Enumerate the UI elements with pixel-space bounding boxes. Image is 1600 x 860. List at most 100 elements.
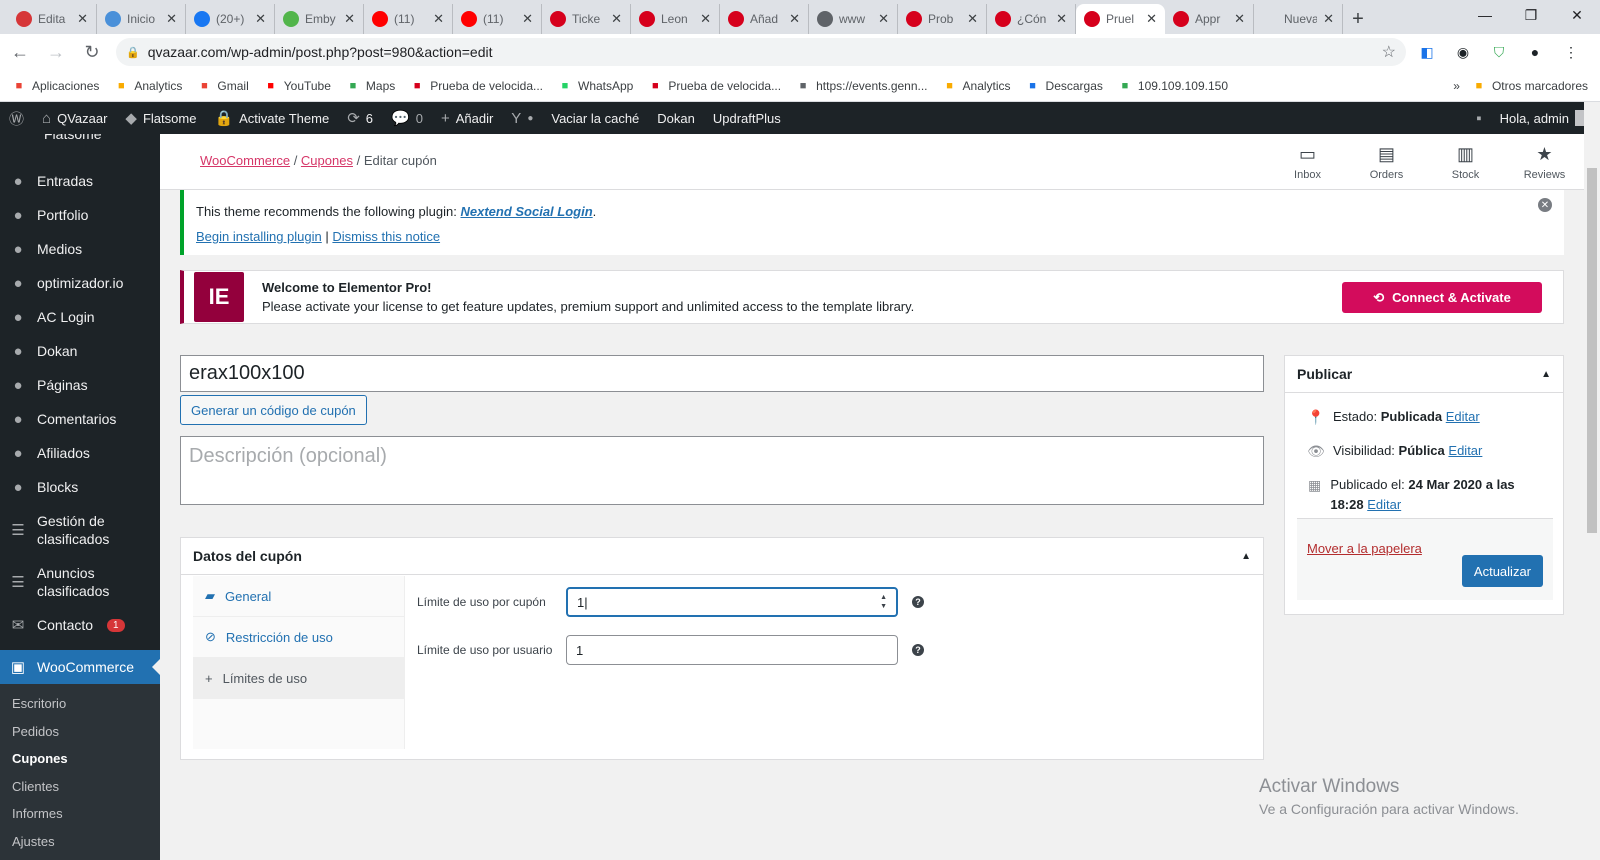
coupon-data-header[interactable]: Datos del cupón ▲	[181, 538, 1263, 575]
browser-tab[interactable]: (11) ✕	[453, 4, 542, 34]
tab-usage-restriction[interactable]: ⊘ Restricción de uso	[193, 617, 404, 658]
more-bookmarks-icon[interactable]: »	[1453, 79, 1460, 93]
close-tab-icon[interactable]: ✕	[1234, 11, 1245, 27]
bookmark-star-icon[interactable]: ☆	[1382, 42, 1396, 62]
adminbar-updraftplus[interactable]: UpdraftPlus	[704, 102, 790, 134]
browser-tab[interactable]: Nueva pe✕	[1254, 4, 1343, 34]
browser-tab[interactable]: Añad ✕	[720, 4, 809, 34]
submenu-item-informes[interactable]: Informes	[0, 800, 160, 828]
extension-translate-icon[interactable]: ◧	[1412, 37, 1442, 67]
bookmark-item[interactable]: ■ https://events.genn...	[796, 79, 928, 93]
browser-menu-icon[interactable]: ⋮	[1556, 37, 1586, 67]
sidebar-item-anuncios[interactable]: ☰ Anuncios clasificados	[0, 556, 160, 608]
sidebar-item-entradas[interactable]: ● Entradas	[0, 164, 160, 198]
adminbar-clear-cache[interactable]: Vaciar la caché	[542, 102, 648, 134]
sidebar-item-optimizador-io[interactable]: ● optimizador.io	[0, 266, 160, 300]
usage-limit-per-coupon-input[interactable]: 1 | ▲ ▼	[566, 587, 898, 617]
adminbar-comments[interactable]: 💬 0	[382, 102, 432, 134]
coupon-code-input[interactable]: erax100x100	[180, 355, 1264, 392]
adminbar-flatsome[interactable]: ◆ Flatsome	[116, 102, 205, 134]
sidebar-item-gestion[interactable]: ☰ Gestión de clasificados	[0, 504, 160, 556]
extension-shield-icon[interactable]: ⛉	[1484, 37, 1514, 67]
collapse-arrow-icon[interactable]: ▲	[1241, 551, 1251, 562]
bookmark-item[interactable]: ■ Descargas	[1026, 79, 1103, 93]
bookmark-item[interactable]: ■ Prueba de velocida...	[648, 79, 781, 93]
sidebar-item-p-ginas[interactable]: ● Páginas	[0, 368, 160, 402]
close-tab-icon[interactable]: ✕	[255, 11, 266, 27]
chevron-down-icon[interactable]: ▼	[880, 602, 887, 611]
close-tab-icon[interactable]: ✕	[878, 11, 889, 27]
begin-installing-link[interactable]: Begin installing plugin	[196, 229, 322, 244]
bookmark-item[interactable]: ■ YouTube	[264, 79, 330, 93]
close-icon[interactable]: ✕	[1538, 198, 1552, 212]
edit-date-link[interactable]: Editar	[1367, 497, 1401, 512]
adminbar-add-new[interactable]: + Añadir	[432, 102, 502, 134]
sidebar-item-woocommerce[interactable]: ▣ WooCommerce	[0, 650, 160, 684]
collapse-arrow-icon[interactable]: ▲	[1541, 369, 1551, 380]
close-tab-icon[interactable]: ✕	[700, 11, 711, 27]
submenu-item-ajustes[interactable]: Ajustes	[0, 828, 160, 856]
restore-icon[interactable]: ❐	[1508, 0, 1554, 30]
close-tab-icon[interactable]: ✕	[611, 11, 622, 27]
number-stepper[interactable]: ▲ ▼	[880, 593, 887, 611]
wc-activity-reviews[interactable]: ★ Reviews	[1505, 134, 1584, 190]
close-tab-icon[interactable]: ✕	[1056, 11, 1067, 27]
page-scrollbar[interactable]	[1584, 102, 1600, 860]
extension-icon[interactable]: ◉	[1448, 37, 1478, 67]
bookmark-item[interactable]: ■ Aplicaciones	[12, 79, 100, 93]
submenu-item-cupones[interactable]: Cupones	[0, 745, 160, 773]
submenu-item-pedidos[interactable]: Pedidos	[0, 718, 160, 746]
close-tab-icon[interactable]: ✕	[166, 11, 177, 27]
adminbar-site[interactable]: ⌂ QVazaar	[33, 102, 116, 134]
adminbar-updates[interactable]: ⟳ 6	[338, 102, 382, 134]
usage-limit-per-user-input[interactable]: 1	[566, 635, 898, 665]
sidebar-item-ac-login[interactable]: ● AC Login	[0, 300, 160, 334]
browser-tab[interactable]: Pruel ✕	[1076, 4, 1165, 34]
bookmark-item[interactable]: ■ 109.109.109.150	[1118, 79, 1228, 93]
close-tab-icon[interactable]: ✕	[967, 11, 978, 27]
help-icon[interactable]: ?	[912, 596, 924, 608]
wc-activity-stock[interactable]: ▥ Stock	[1426, 134, 1505, 190]
adminbar-yoast[interactable]: Y ●	[502, 102, 542, 134]
adminbar-dokan[interactable]: Dokan	[648, 102, 704, 134]
browser-tab[interactable]: www ✕	[809, 4, 898, 34]
wc-activity-inbox[interactable]: ▭ Inbox	[1268, 134, 1347, 190]
close-tab-icon[interactable]: ✕	[1323, 11, 1334, 27]
chevron-up-icon[interactable]: ▲	[880, 593, 887, 602]
bookmark-item[interactable]: ■ WhatsApp	[558, 79, 634, 93]
tab-usage-limits[interactable]: + Límites de uso	[193, 658, 404, 699]
browser-tab[interactable]: Ticke ✕	[542, 4, 631, 34]
sidebar-item-portfolio[interactable]: ● Portfolio	[0, 198, 160, 232]
browser-tab[interactable]: Inicio ✕	[97, 4, 186, 34]
close-tab-icon[interactable]: ✕	[789, 11, 800, 27]
submenu-item-escritorio[interactable]: Escritorio	[0, 690, 160, 718]
wordpress-logo[interactable]: Ⓦ	[0, 102, 33, 134]
address-bar[interactable]: 🔒 qvazaar.com/wp-admin/post.php?post=980…	[116, 38, 1406, 66]
bookmark-item[interactable]: ■ Analytics	[114, 79, 182, 93]
publish-header[interactable]: Publicar ▲	[1285, 356, 1563, 393]
sidebar-item-afiliados[interactable]: ● Afiliados	[0, 436, 160, 470]
browser-tab[interactable]: Leon ✕	[631, 4, 720, 34]
sidebar-item-contacto[interactable]: ✉ Contacto 1	[0, 608, 160, 642]
generate-coupon-button[interactable]: Generar un código de cupón	[180, 395, 367, 425]
close-tab-icon[interactable]: ✕	[77, 11, 88, 27]
close-window-icon[interactable]: ✕	[1554, 0, 1600, 30]
sidebar-item-flatsome-partial[interactable]: Flatsome	[0, 134, 160, 142]
browser-tab[interactable]: (20+) ✕	[186, 4, 275, 34]
breadcrumb-woocommerce[interactable]: WooCommerce	[200, 153, 290, 168]
browser-tab[interactable]: Prob ✕	[898, 4, 987, 34]
update-button[interactable]: Actualizar	[1461, 555, 1543, 587]
edit-visibility-link[interactable]: Editar	[1448, 443, 1482, 458]
dismiss-notice-link[interactable]: Dismiss this notice	[332, 229, 440, 244]
profile-avatar[interactable]: ●	[1520, 37, 1550, 67]
submenu-item-clientes[interactable]: Clientes	[0, 773, 160, 801]
other-bookmarks[interactable]: ■ Otros marcadores	[1472, 79, 1588, 93]
breadcrumb-cupones[interactable]: Cupones	[301, 153, 353, 168]
close-tab-icon[interactable]: ✕	[344, 11, 355, 27]
new-tab-icon[interactable]: +	[1343, 4, 1373, 34]
move-to-trash-link[interactable]: Mover a la papelera	[1307, 541, 1422, 556]
browser-tab[interactable]: ¿Cón ✕	[987, 4, 1076, 34]
close-tab-icon[interactable]: ✕	[522, 11, 533, 27]
bookmark-item[interactable]: ■ Gmail	[197, 79, 249, 93]
forward-icon[interactable]: →	[40, 36, 72, 68]
